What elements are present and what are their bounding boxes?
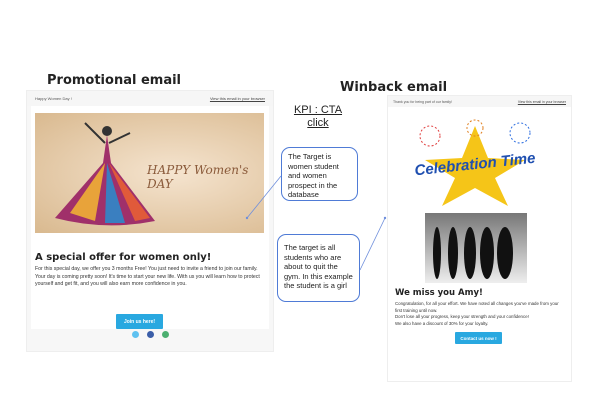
winback-header: Thank you for being part of our family! … xyxy=(388,96,571,107)
view-in-browser-link[interactable]: View this email in your browser xyxy=(518,100,566,104)
arrow-line xyxy=(246,175,282,219)
contact-button[interactable]: Contact us now ! xyxy=(455,332,502,344)
arrow-line xyxy=(359,217,386,271)
celebration-banner: Celebration Time xyxy=(400,118,550,206)
winback-email: Thank you for being part of our family! … xyxy=(388,96,571,381)
silhouettes-image xyxy=(425,213,527,283)
winback-para: Congratulation, for all your effort. We … xyxy=(395,301,559,313)
winback-body: Congratulation, for all your effort. We … xyxy=(395,301,565,327)
winback-para: We also have a discount of 30% for your … xyxy=(395,320,489,326)
silhouettes-illustration xyxy=(433,227,513,279)
winback-header-text: Thank you for being part of our family! xyxy=(393,99,452,104)
winback-heading: We miss you Amy! xyxy=(395,288,483,298)
